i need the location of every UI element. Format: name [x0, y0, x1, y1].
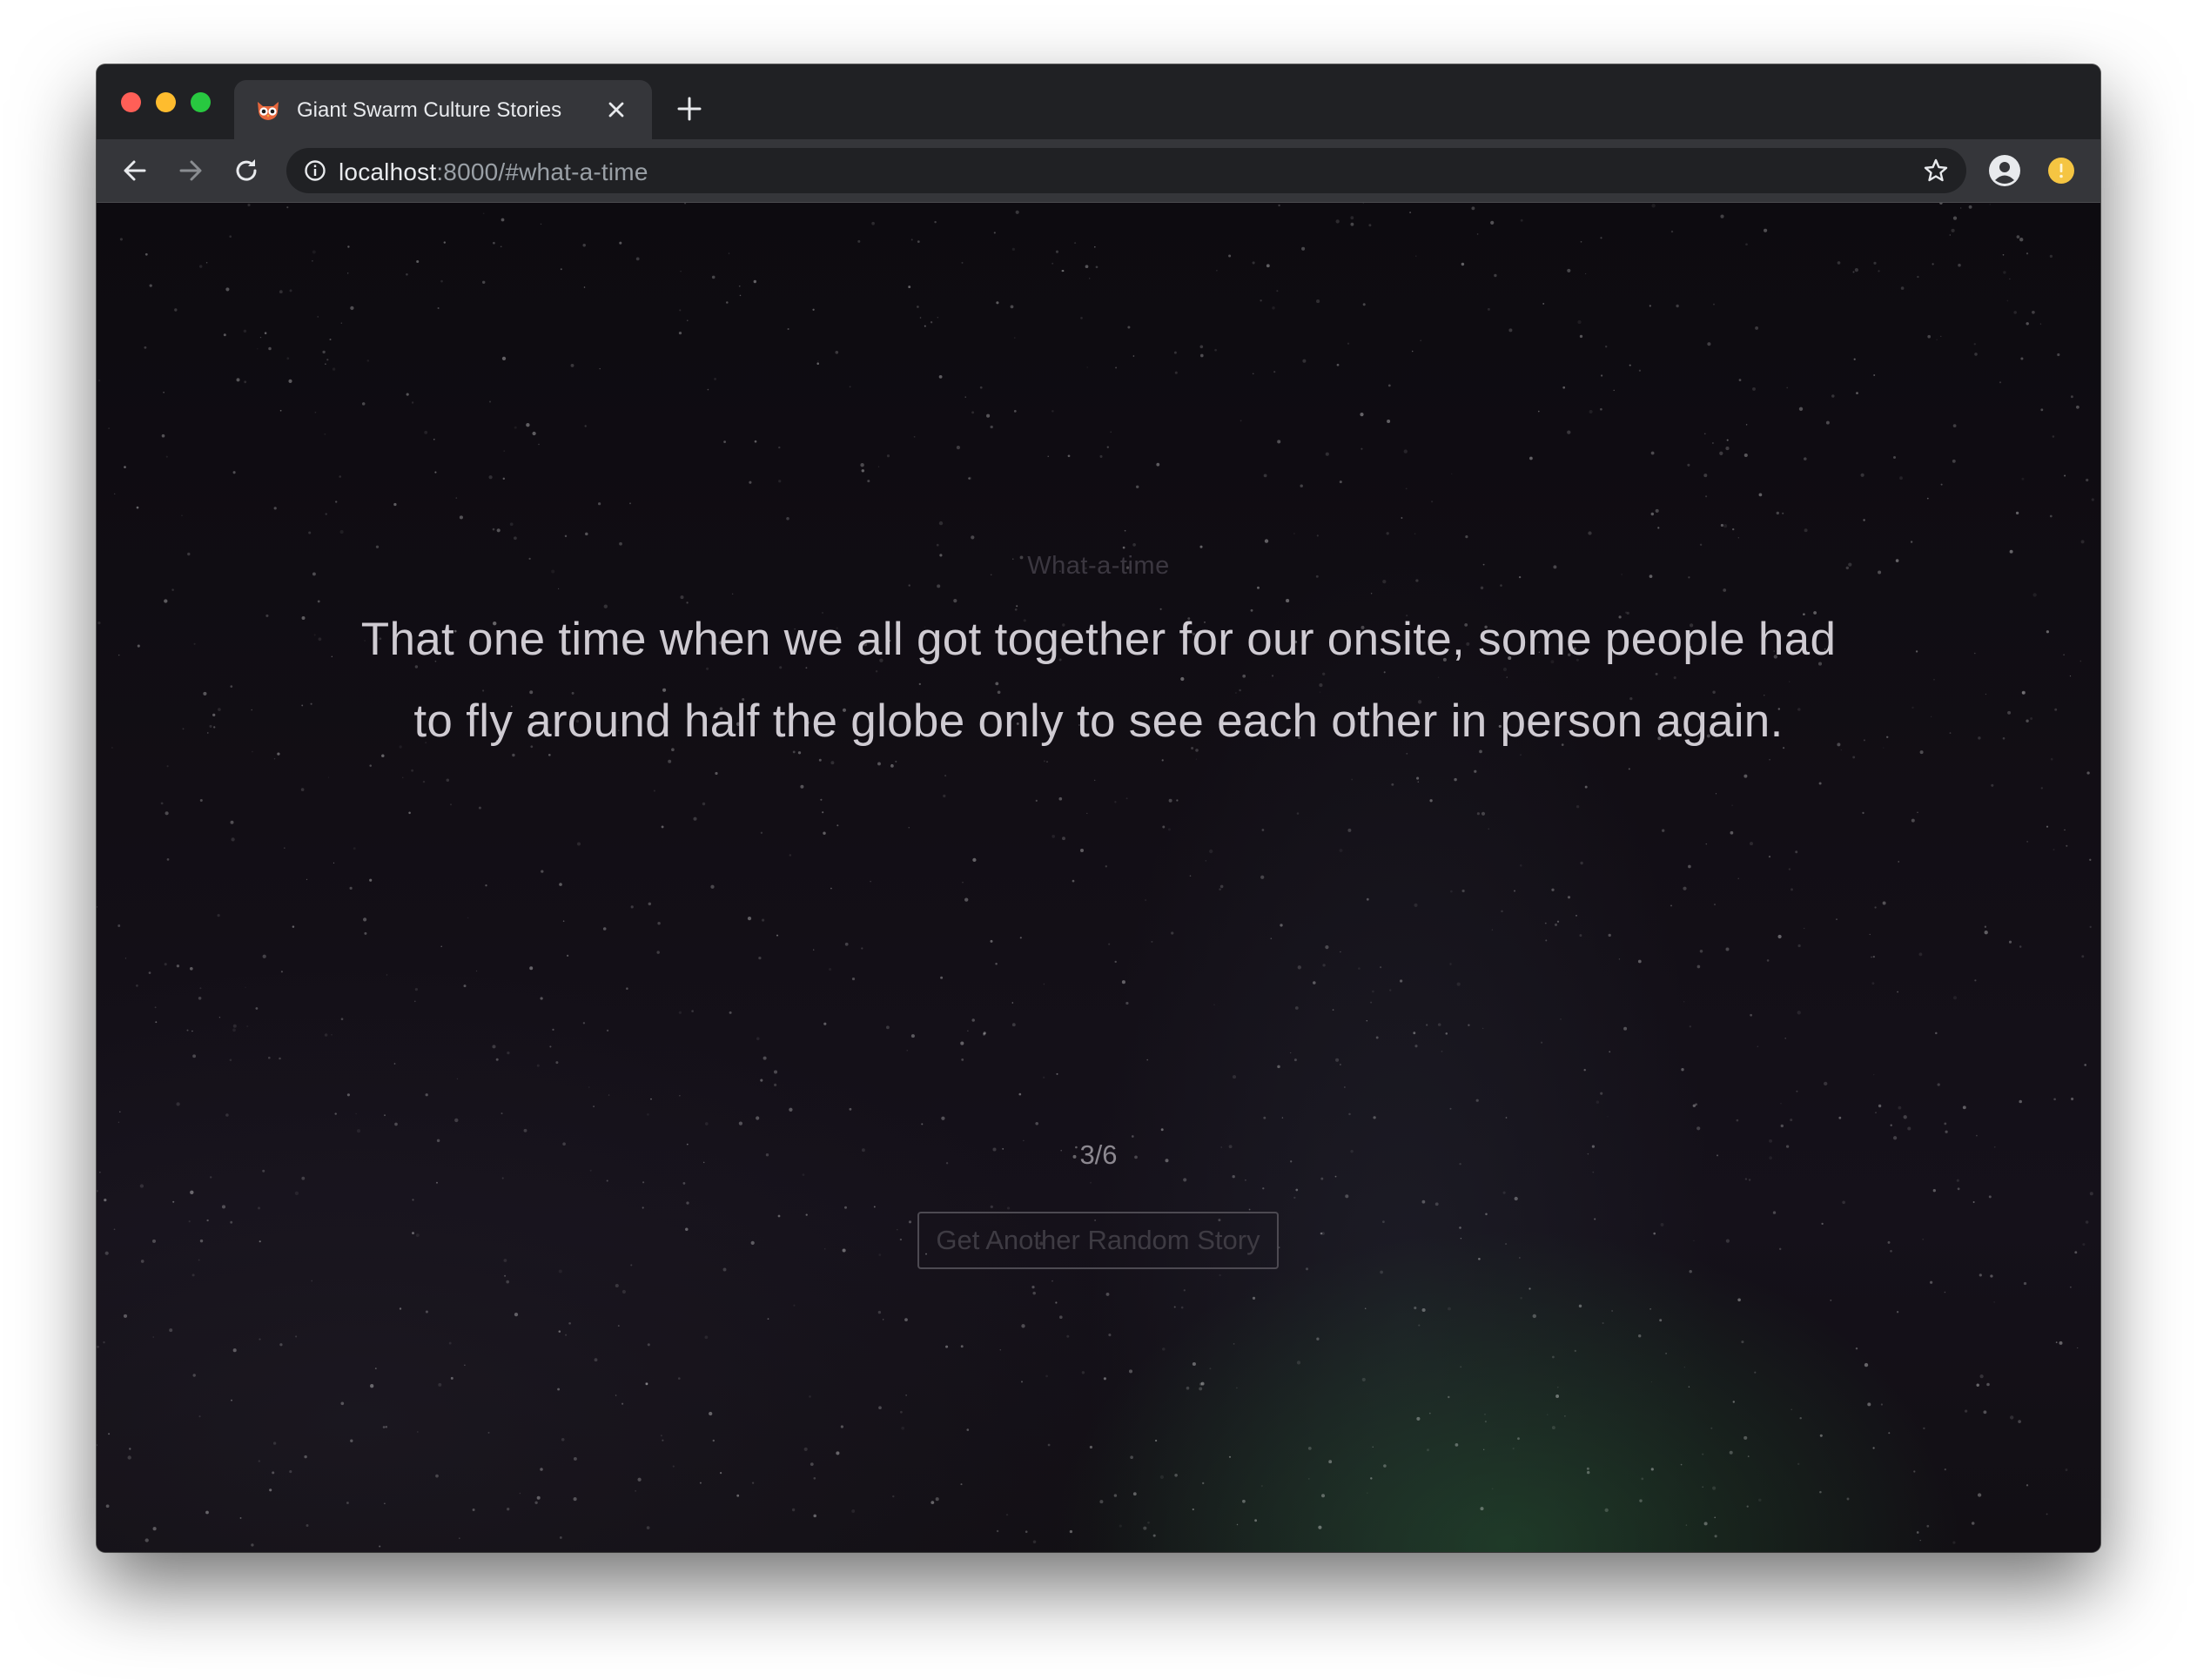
- tab-title: Giant Swarm Culture Stories: [297, 98, 562, 122]
- url-host: localhost: [339, 158, 437, 185]
- url-text[interactable]: localhost:8000/#what-a-time: [339, 158, 648, 186]
- reload-icon[interactable]: [231, 155, 262, 186]
- star-icon[interactable]: [1923, 158, 1949, 184]
- close-window-button[interactable]: [121, 92, 141, 112]
- story-container: What-a-time That one time when we all go…: [97, 203, 2100, 1552]
- story-text: That one time when we all got together f…: [360, 614, 1837, 747]
- arrow-right-icon[interactable]: [175, 155, 206, 186]
- browser-toolbar: localhost:8000/#what-a-time: [97, 139, 2100, 203]
- zoom-window-button[interactable]: [191, 92, 211, 112]
- random-story-button[interactable]: Get Another Random Story: [917, 1212, 1279, 1269]
- extension-icon[interactable]: [2047, 157, 2075, 185]
- minimize-window-button[interactable]: [156, 92, 176, 112]
- tab-active[interactable]: Giant Swarm Culture Stories: [234, 80, 652, 139]
- account-circle-icon[interactable]: [1988, 154, 2021, 187]
- address-bar[interactable]: localhost:8000/#what-a-time: [286, 148, 1966, 193]
- url-path: :8000/#what-a-time: [436, 158, 648, 185]
- plus-icon[interactable]: [676, 96, 702, 122]
- page-viewport: What-a-time That one time when we all go…: [97, 203, 2100, 1552]
- tab-strip: Giant Swarm Culture Stories: [97, 64, 2100, 139]
- owl-icon: [258, 102, 279, 120]
- browser-window: Giant Swarm Culture Stories localhost:80…: [97, 64, 2100, 1552]
- close-icon[interactable]: [605, 98, 628, 121]
- story-counter: 3/6: [1079, 1139, 1118, 1170]
- story-slug: What-a-time: [1027, 552, 1170, 580]
- arrow-left-icon[interactable]: [119, 155, 151, 186]
- info-icon[interactable]: [304, 159, 326, 182]
